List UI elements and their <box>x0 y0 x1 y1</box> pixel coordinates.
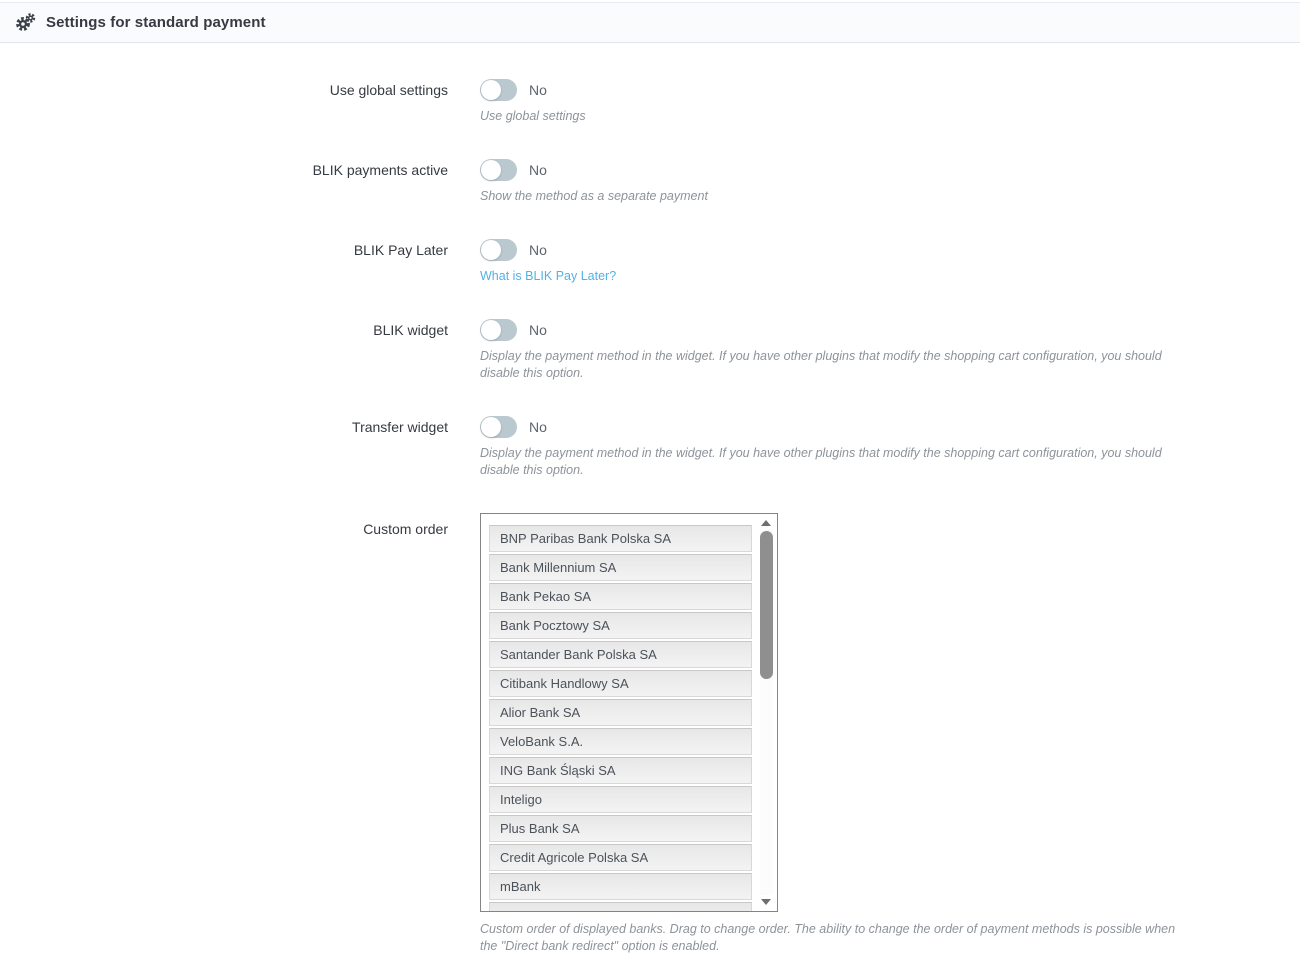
use-global-settings-control: No Use global settings <box>480 79 586 125</box>
blik-payments-active-toggle-value: No <box>529 162 547 178</box>
blik-widget-label: BLIK widget <box>0 319 448 341</box>
use-global-settings-toggle[interactable] <box>480 79 517 101</box>
panel-header: Settings for standard payment <box>0 2 1300 43</box>
form-row-blik-payments-active: BLIK payments active No Show the method … <box>0 159 1300 205</box>
list-item[interactable]: Bank Millennium SA <box>489 554 752 581</box>
switch-line: No <box>480 319 1180 341</box>
blik-pay-later-toggle[interactable] <box>480 239 517 261</box>
list-item[interactable]: Plus Bank SA <box>489 815 752 842</box>
switch-line: No <box>480 239 616 261</box>
blik-payments-active-label: BLIK payments active <box>0 159 448 181</box>
form-row-use-global-settings: Use global settings No Use global settin… <box>0 79 1300 125</box>
list-item[interactable]: Inteligo <box>489 786 752 813</box>
blik-payments-active-toggle[interactable] <box>480 159 517 181</box>
toggle-knob-icon <box>481 160 501 180</box>
blik-pay-later-control: No What is BLIK Pay Later? <box>480 239 616 285</box>
settings-panel: Settings for standard payment Use global… <box>0 0 1300 980</box>
use-global-settings-label: Use global settings <box>0 79 448 101</box>
toggle-knob-icon <box>481 320 501 340</box>
transfer-widget-control: No Display the payment method in the wid… <box>480 416 1180 479</box>
blik-payments-active-control: No Show the method as a separate payment <box>480 159 708 205</box>
scroll-down-arrow-icon[interactable] <box>761 899 771 905</box>
transfer-widget-hint: Display the payment method in the widget… <box>480 445 1180 479</box>
custom-order-label: Custom order <box>0 513 448 540</box>
form-row-transfer-widget: Transfer widget No Display the payment m… <box>0 416 1300 479</box>
switch-line: No <box>480 79 586 101</box>
list-item[interactable]: Santander Bank Polska SA <box>489 641 752 668</box>
blik-pay-later-link[interactable]: What is BLIK Pay Later? <box>480 269 616 283</box>
list-item[interactable]: Bank Pocztowy SA <box>489 612 752 639</box>
list-item[interactable]: BNP Paribas Bank Polska SA <box>489 525 752 552</box>
blik-widget-toggle[interactable] <box>480 319 517 341</box>
custom-order-control: BNP Paribas Bank Polska SA Bank Millenni… <box>480 513 1180 955</box>
blik-widget-hint: Display the payment method in the widget… <box>480 348 1180 382</box>
list-item[interactable]: Credit Agricole Polska SA <box>489 844 752 871</box>
scrollbar-track[interactable] <box>760 530 773 895</box>
blik-pay-later-label: BLIK Pay Later <box>0 239 448 261</box>
scrollbar-thumb[interactable] <box>760 531 773 679</box>
list-item[interactable]: mBank <box>489 873 752 900</box>
list-item[interactable]: ING Bank Śląski SA <box>489 757 752 784</box>
form-row-custom-order: Custom order BNP Paribas Bank Polska SA … <box>0 513 1300 955</box>
toggle-knob-icon <box>481 417 501 437</box>
custom-order-hint: Custom order of displayed banks. Drag to… <box>480 921 1180 955</box>
use-global-settings-toggle-value: No <box>529 82 547 98</box>
list-scrollbar[interactable] <box>758 516 774 909</box>
blik-pay-later-toggle-value: No <box>529 242 547 258</box>
settings-form: Use global settings No Use global settin… <box>0 43 1300 955</box>
custom-order-list: BNP Paribas Bank Polska SA Bank Millenni… <box>480 513 778 912</box>
list-item[interactable]: Bank Pekao SA <box>489 583 752 610</box>
panel-title: Settings for standard payment <box>46 14 266 31</box>
form-row-blik-pay-later: BLIK Pay Later No What is BLIK Pay Later… <box>0 239 1300 285</box>
blik-payments-active-hint: Show the method as a separate payment <box>480 188 708 205</box>
blik-widget-control: No Display the payment method in the wid… <box>480 319 1180 382</box>
form-row-blik-widget: BLIK widget No Display the payment metho… <box>0 319 1300 382</box>
transfer-widget-label: Transfer widget <box>0 416 448 438</box>
switch-line: No <box>480 416 1180 438</box>
list-item-partial[interactable] <box>489 902 752 912</box>
toggle-knob-icon <box>481 80 501 100</box>
blik-widget-toggle-value: No <box>529 322 547 338</box>
list-item[interactable]: Alior Bank SA <box>489 699 752 726</box>
list-item[interactable]: VeloBank S.A. <box>489 728 752 755</box>
gears-icon <box>15 13 36 32</box>
switch-line: No <box>480 159 708 181</box>
list-item[interactable]: Citibank Handlowy SA <box>489 670 752 697</box>
scroll-up-arrow-icon[interactable] <box>761 520 771 526</box>
use-global-settings-hint: Use global settings <box>480 108 586 125</box>
bank-items: BNP Paribas Bank Polska SA Bank Millenni… <box>481 514 777 912</box>
transfer-widget-toggle[interactable] <box>480 416 517 438</box>
toggle-knob-icon <box>481 240 501 260</box>
transfer-widget-toggle-value: No <box>529 419 547 435</box>
